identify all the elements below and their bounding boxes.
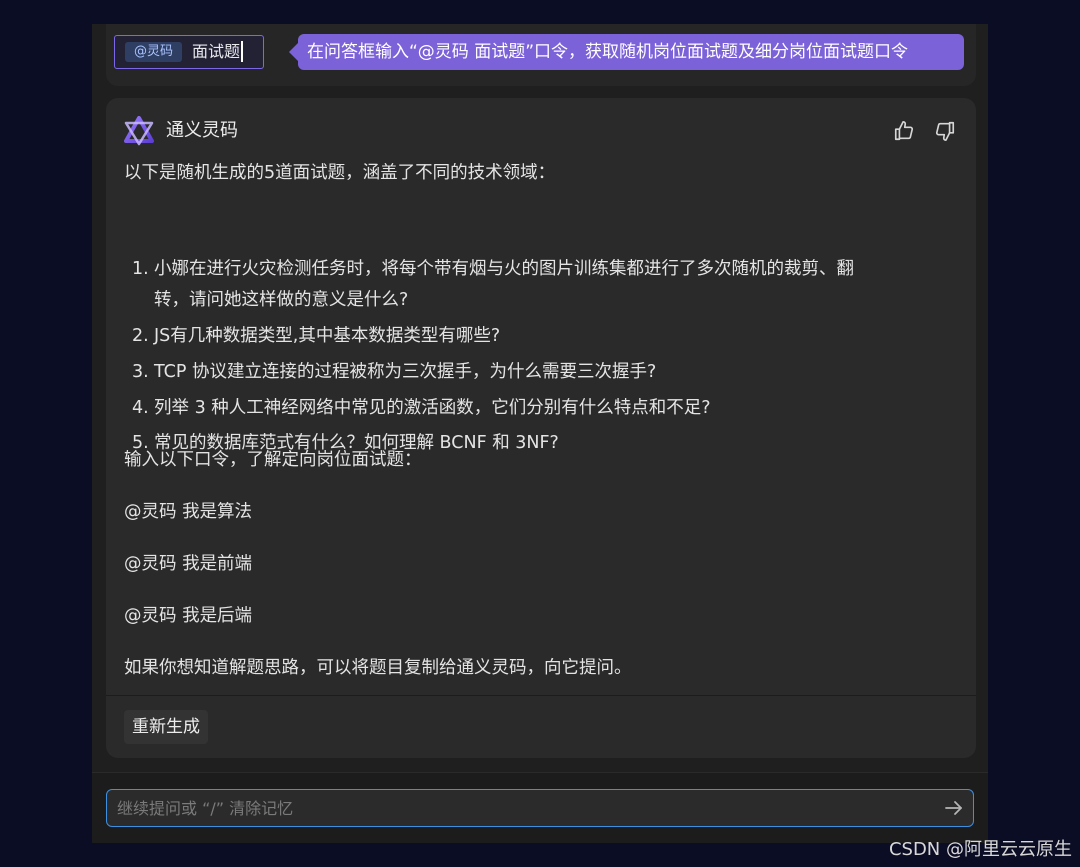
watermark: CSDN @阿里云云原生	[888, 839, 1072, 860]
list-number: 3.	[132, 362, 149, 382]
closing-text: 如果你想知道解题思路，可以将题目复制给通义灵码，向它提问。	[124, 658, 632, 678]
text-caret	[241, 41, 243, 62]
arrow-right-icon[interactable]	[944, 799, 964, 817]
assistant-name: 通义灵码	[166, 120, 238, 141]
list-number: 2.	[132, 326, 149, 346]
list-item: 1. 小娜在进行火灾检测任务时，将每个带有烟与火的图片训练集都进行了多次随机的裁…	[132, 254, 947, 316]
regenerate-button[interactable]: 重新生成	[124, 710, 208, 744]
thumbs-up-icon[interactable]	[893, 120, 915, 142]
tongyi-lingma-logo	[124, 116, 154, 146]
question-text-line2: 转，请问她这样做的意义是什么?	[154, 290, 409, 310]
question-text-line1: 小娜在进行火灾检测任务时，将每个带有烟与火的图片训练集都进行了多次随机的裁剪、翻	[154, 259, 854, 279]
list-item: 3. TCP 协议建立连接的过程被称为三次握手，为什么需要三次握手?	[132, 357, 947, 388]
command-input-chip[interactable]: @灵码 面试题	[114, 35, 264, 69]
assistant-message-card: 通义灵码 以下是随机生成的5道面试题，涵盖了不同的技术领域： 1. 小娜在进行火…	[106, 98, 976, 758]
chat-panel: @灵码 面试题 在问答框输入“@灵码 面试题”口令，获取随机岗位面试题及细分岗位…	[92, 24, 988, 843]
mention-tag: @灵码	[125, 42, 183, 62]
intro-text: 以下是随机生成的5道面试题，涵盖了不同的技术领域：	[124, 163, 556, 183]
list-number: 4.	[132, 398, 149, 418]
hint-tooltip: 在问答框输入“@灵码 面试题”口令，获取随机岗位面试题及细分岗位面试题口令	[289, 34, 964, 70]
command-example: @灵码 我是前端	[124, 554, 253, 574]
question-text: JS有几种数据类型,其中基本数据类型有哪些?	[154, 326, 501, 346]
divider	[106, 695, 976, 696]
question-text: 列举 3 种人工神经网络中常见的激活函数，它们分别有什么特点和不足?	[154, 398, 711, 418]
chat-input[interactable]	[106, 789, 974, 827]
user-message-card: @灵码 面试题 在问答框输入“@灵码 面试题”口令，获取随机岗位面试题及细分岗位…	[106, 24, 976, 86]
list-number: 1.	[132, 259, 149, 279]
commands-intro: 输入以下口令，了解定向岗位面试题：	[124, 450, 422, 470]
list-item: 4. 列举 3 种人工神经网络中常见的激活函数，它们分别有什么特点和不足?	[132, 393, 947, 424]
command-text: 面试题	[192, 42, 241, 61]
command-example: @灵码 我是后端	[124, 606, 253, 626]
chat-input-area	[92, 772, 988, 843]
list-item: 2. JS有几种数据类型,其中基本数据类型有哪些?	[132, 321, 947, 352]
question-text: TCP 协议建立连接的过程被称为三次握手，为什么需要三次握手?	[154, 362, 657, 382]
thumbs-down-icon[interactable]	[934, 120, 956, 142]
command-example: @灵码 我是算法	[124, 502, 253, 522]
